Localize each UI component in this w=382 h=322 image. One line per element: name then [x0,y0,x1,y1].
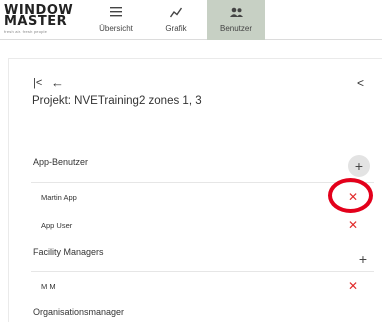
remove-user-app-user-button[interactable]: ✕ [347,219,359,231]
nav-tab-label: Grafik [165,24,187,33]
divider [31,182,374,183]
section-title-facility-managers: Facility Managers [33,247,104,257]
app-user-row-label: App User [41,221,73,230]
nav-tab-grafik[interactable]: Grafik [150,0,202,40]
nav-tab-benutzer[interactable]: Benutzer [207,0,265,40]
chart-line-icon [150,7,202,19]
plus-icon: + [354,158,364,174]
plus-icon: + [358,251,368,267]
section-title-organisation-managers: Organisationsmanager [33,307,125,317]
back-arrow-icon[interactable]: ← [51,75,64,90]
app-user-row-label: Martin App [41,193,77,202]
divider [31,271,374,272]
logo-tagline: fresh air. fresh people [4,29,48,34]
section-title-app-users: App-Benutzer [33,157,89,167]
project-title: Projekt: NVETraining2 zones 1, 3 [32,95,202,107]
add-facility-manager-button[interactable]: + [352,248,374,270]
nav-tab-uebersicht[interactable]: Übersicht [90,0,142,40]
top-navigation-bar: Window Master fresh air. fresh people Üb… [0,0,382,40]
first-page-icon[interactable]: |< [33,77,42,89]
add-app-user-button[interactable]: + [348,155,370,177]
users-icon [207,7,265,19]
windowmaster-logo[interactable]: Window Master fresh air. fresh people [4,4,82,35]
nav-tab-label: Benutzer [219,24,253,33]
chevron-left-icon[interactable]: < [357,76,364,90]
facility-manager-row-label: M M [41,282,56,291]
menu-icon [90,7,142,19]
nav-tab-label: Übersicht [99,24,133,33]
remove-facility-manager-button[interactable]: ✕ [347,280,359,292]
highlight-circle-annotation [328,178,373,213]
